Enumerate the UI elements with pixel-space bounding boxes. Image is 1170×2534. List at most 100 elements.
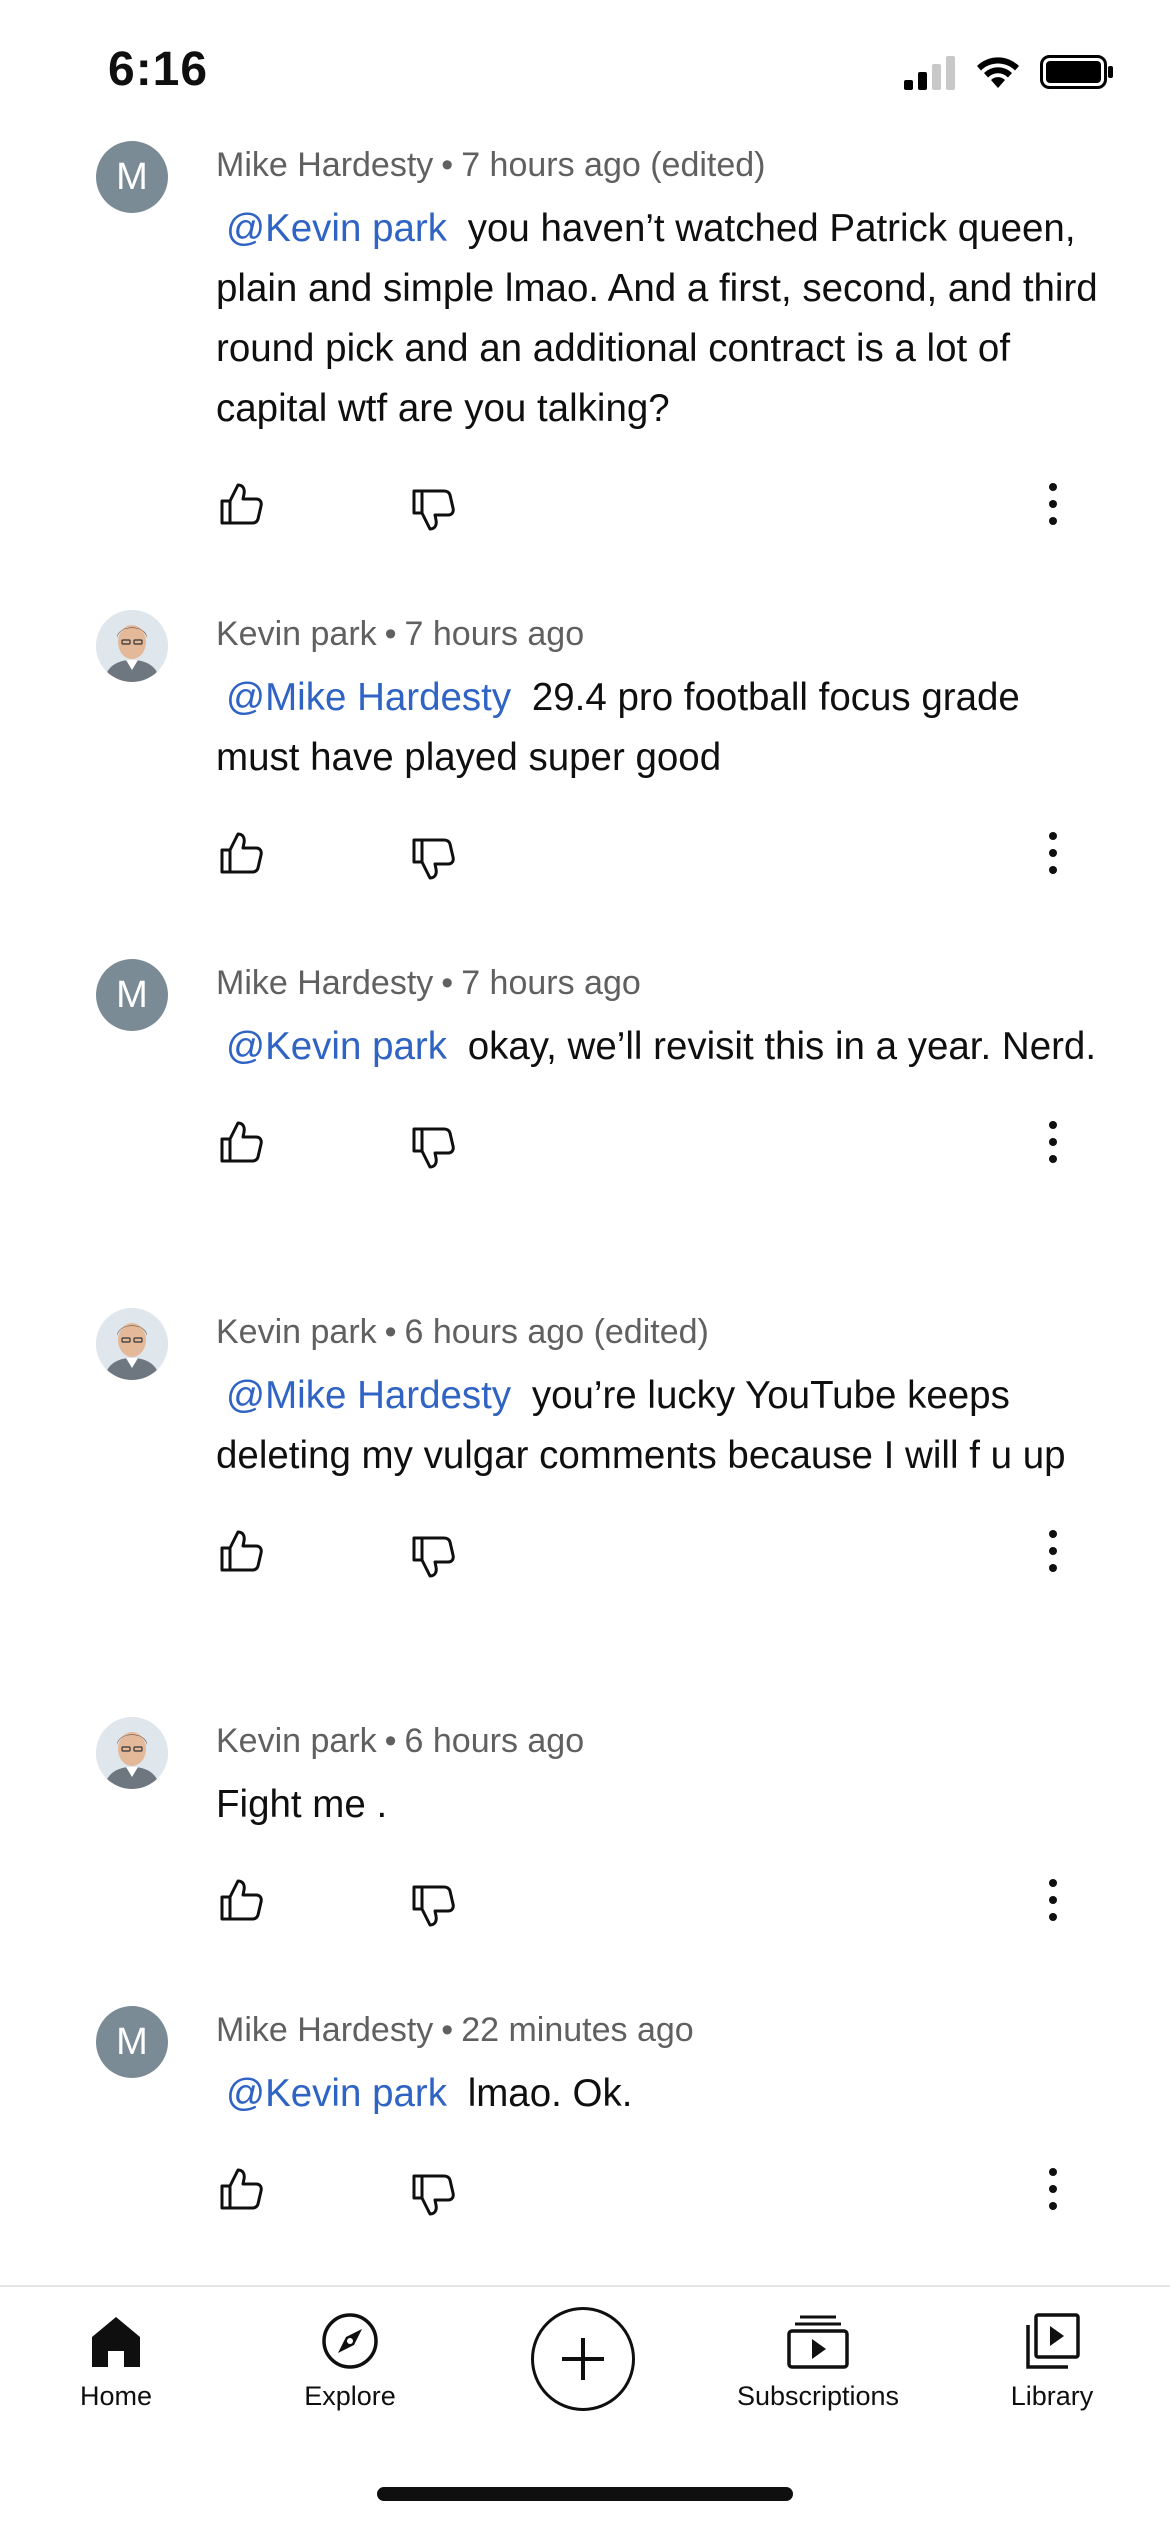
comment-text: @Mike Hardesty 29.4 pro football focus g…: [216, 668, 1110, 788]
wifi-icon: [977, 57, 1019, 88]
avatar[interactable]: [96, 1308, 168, 1380]
comment-text: @Kevin park lmao. Ok.: [216, 2064, 1110, 2124]
comment-body: Fight me .: [216, 1783, 388, 1826]
thumbs-down-icon: [408, 1536, 458, 1586]
create-button[interactable]: [531, 2307, 635, 2411]
comment-actions: [216, 2124, 1110, 2244]
battery-icon: [1040, 55, 1113, 89]
more-vertical-icon-dot: [1049, 1564, 1057, 1572]
avatar[interactable]: M: [96, 2006, 168, 2078]
like-button[interactable]: [216, 828, 266, 878]
dislike-button[interactable]: [408, 834, 458, 884]
comment-author[interactable]: Mike Hardesty: [216, 964, 433, 1002]
nav-explore[interactable]: Explore: [250, 2311, 450, 2412]
library-icon: [1026, 2313, 1080, 2369]
dislike-button[interactable]: [408, 1532, 458, 1582]
nav-explore-label: Explore: [304, 2381, 396, 2411]
dislike-button[interactable]: [408, 2170, 458, 2220]
subscriptions-icon: [787, 2315, 849, 2369]
comment-author[interactable]: Kevin park: [216, 615, 377, 653]
meta-separator: •: [384, 1313, 397, 1351]
avatar-letter: M: [116, 973, 148, 1016]
more-options-button[interactable]: [1038, 1875, 1068, 1925]
comment-author[interactable]: Mike Hardesty: [216, 146, 433, 184]
dislike-button[interactable]: [408, 485, 458, 535]
like-button[interactable]: [216, 1875, 266, 1925]
comment-item: M Mike Hardesty • 7 hours ago @Kevin park ok…: [0, 953, 1170, 1197]
comment-meta: Mike Hardesty • 7 hours ago: [216, 953, 1110, 1013]
comment-text: @Kevin park okay, we’ll revisit this in …: [216, 1017, 1110, 1077]
thumbs-down-icon: [408, 489, 458, 539]
comment-time: 22 minutes ago: [461, 2011, 694, 2049]
comment-item: M Mike Hardesty • 7 hours ago (edited) @Kevi…: [0, 135, 1170, 559]
meta-separator: •: [384, 615, 397, 653]
more-vertical-icon: [1049, 1530, 1057, 1538]
comment-meta: Mike Hardesty • 22 minutes ago: [216, 2000, 1110, 2060]
more-vertical-icon-dot: [1049, 1896, 1057, 1904]
mention-link[interactable]: @Mike Hardesty: [216, 1374, 521, 1417]
meta-separator: •: [384, 1722, 397, 1760]
more-vertical-icon-dot: [1049, 849, 1057, 857]
nav-subscriptions[interactable]: Subscriptions: [718, 2311, 918, 2412]
mention-link[interactable]: @Kevin park: [216, 207, 457, 250]
more-vertical-icon-dot: [1049, 1913, 1057, 1921]
comment-actions: [216, 439, 1110, 559]
comment-author[interactable]: Kevin park: [216, 1722, 377, 1760]
mention-link[interactable]: @Kevin park: [216, 2072, 457, 2115]
avatar-letter: M: [116, 155, 148, 198]
like-button[interactable]: [216, 2164, 266, 2214]
more-vertical-icon-dot: [1049, 1155, 1057, 1163]
more-options-button[interactable]: [1038, 1117, 1068, 1167]
thumbs-up-icon: [216, 2168, 266, 2218]
plus-icon: [562, 2338, 604, 2380]
comment-time: 6 hours ago: [404, 1722, 585, 1760]
dislike-button[interactable]: [408, 1881, 458, 1931]
comment-time: 7 hours ago (edited): [461, 146, 766, 184]
comment-author[interactable]: Mike Hardesty: [216, 2011, 433, 2049]
cellular-signal-icon: [904, 56, 955, 90]
avatar[interactable]: M: [96, 959, 168, 1031]
nav-home-label: Home: [79, 2381, 153, 2411]
thumbs-up-icon: [216, 483, 266, 533]
like-button[interactable]: [216, 1526, 266, 1576]
status-bar: 6:16: [0, 0, 1170, 140]
avatar[interactable]: M: [96, 141, 168, 213]
like-button[interactable]: [216, 479, 266, 529]
thumbs-up-icon: [216, 1530, 266, 1580]
more-options-button[interactable]: [1038, 828, 1068, 878]
home-indicator: [377, 2487, 793, 2501]
status-icons: [904, 52, 1114, 92]
nav-library-label: Library: [1010, 2381, 1094, 2411]
more-options-button[interactable]: [1038, 479, 1068, 529]
more-vertical-icon: [1049, 2168, 1057, 2176]
avatar[interactable]: [96, 1717, 168, 1789]
dislike-button[interactable]: [408, 1123, 458, 1173]
thumbs-up-icon: [216, 1879, 266, 1929]
more-options-button[interactable]: [1038, 2164, 1068, 2214]
thumbs-up-icon: [216, 1121, 266, 1171]
meta-separator: •: [441, 2011, 454, 2049]
home-icon: [92, 2317, 140, 2367]
more-vertical-icon: [1049, 483, 1057, 491]
thumbs-down-icon: [408, 1885, 458, 1935]
thumbs-down-icon: [408, 2174, 458, 2224]
comment-item: Kevin park • 7 hours ago @Mike Hardesty 29.…: [0, 604, 1170, 908]
more-vertical-icon-dot: [1049, 1547, 1057, 1555]
thumbs-down-icon: [408, 838, 458, 888]
avatar[interactable]: [96, 610, 168, 682]
comment-time: 7 hours ago: [404, 615, 585, 653]
mention-link[interactable]: @Kevin park: [216, 1025, 457, 1068]
nav-library[interactable]: Library: [952, 2311, 1152, 2412]
comment-author[interactable]: Kevin park: [216, 1313, 377, 1351]
comment-actions: [216, 1486, 1110, 1606]
comment-meta: Kevin park • 7 hours ago: [216, 604, 1110, 664]
more-options-button[interactable]: [1038, 1526, 1068, 1576]
comment-actions: [216, 1077, 1110, 1197]
comment-time: 7 hours ago: [461, 964, 641, 1002]
meta-separator: •: [441, 964, 454, 1002]
like-button[interactable]: [216, 1117, 266, 1167]
comment-item: M Mike Hardesty • 22 minutes ago @Kevin park…: [0, 2000, 1170, 2244]
mention-link[interactable]: @Mike Hardesty: [216, 676, 521, 719]
comment-item: Kevin park • 6 hours ago Fight me .: [0, 1711, 1170, 1955]
nav-home[interactable]: Home: [16, 2311, 216, 2412]
